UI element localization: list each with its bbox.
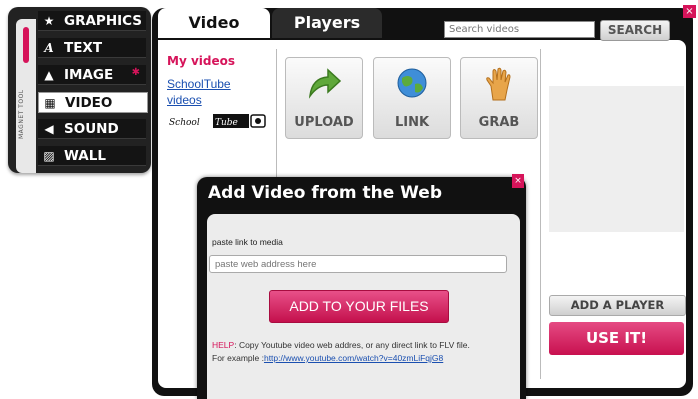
add-to-files-button[interactable]: ADD TO YOUR FILES xyxy=(269,290,449,323)
globe-icon xyxy=(397,68,427,98)
tool-label: WALL xyxy=(64,147,106,164)
new-star-icon: ✱ xyxy=(131,67,140,78)
use-it-button[interactable]: USE IT! xyxy=(549,322,684,355)
tool-label: IMAGE xyxy=(64,66,114,83)
tool-wall[interactable]: ▨ WALL xyxy=(38,146,146,166)
search-input[interactable] xyxy=(444,21,595,38)
image-icon: ▲ xyxy=(44,67,54,82)
tool-graphics[interactable]: ★ GRAPHICS xyxy=(38,11,146,31)
upload-label: UPLOAD xyxy=(294,115,354,130)
upload-button[interactable]: UPLOAD xyxy=(285,57,363,139)
example-link[interactable]: http://www.youtube.com/watch?v=40zmLiFqj… xyxy=(264,353,443,363)
url-input[interactable] xyxy=(209,255,507,273)
my-videos-link[interactable]: My videos xyxy=(167,54,235,68)
schooltube-logo[interactable]: School Tube xyxy=(167,112,267,130)
help-text: HELP: Copy Youtube video web addres, or … xyxy=(212,339,512,365)
example-prefix: For example : xyxy=(212,353,264,363)
film-icon: ▦ xyxy=(44,95,56,110)
star-icon: ★ xyxy=(43,13,55,28)
hand-icon xyxy=(486,67,511,101)
schooltube-videos-link[interactable]: SchoolTube videos xyxy=(167,76,267,108)
player-preview xyxy=(549,86,684,232)
help-key: HELP xyxy=(212,340,235,350)
magnet-tool-handle[interactable]: MAGNET TOOL xyxy=(16,19,36,173)
tool-menu: MAGNET TOOL ★ GRAPHICS A TEXT ▲ IMAGE ✱ … xyxy=(8,7,151,173)
magnet-tool-label: MAGNET TOOL xyxy=(18,89,25,139)
grab-button[interactable]: GRAB xyxy=(460,57,538,139)
dialog-title: Add Video from the Web xyxy=(208,183,443,203)
tool-label: GRAPHICS xyxy=(64,12,143,29)
tool-image[interactable]: ▲ IMAGE ✱ xyxy=(38,65,146,85)
grip-icon[interactable] xyxy=(23,27,29,63)
tool-sound[interactable]: ◀ SOUND xyxy=(38,119,146,139)
link-button[interactable]: LINK xyxy=(373,57,451,139)
close-icon[interactable]: × xyxy=(683,5,696,18)
tool-label: TEXT xyxy=(64,39,103,56)
tool-text[interactable]: A TEXT xyxy=(38,38,146,58)
search-button[interactable]: SEARCH xyxy=(600,20,670,41)
tool-label: VIDEO xyxy=(65,94,113,111)
add-player-button[interactable]: ADD A PLAYER xyxy=(549,295,686,316)
paste-link-label: paste link to media xyxy=(212,237,283,247)
svg-text:School: School xyxy=(169,118,200,128)
tool-video[interactable]: ▦ VIDEO xyxy=(38,92,148,113)
upload-arrow-icon xyxy=(308,68,342,99)
help-description: : Copy Youtube video web addres, or any … xyxy=(234,340,470,350)
tab-video[interactable]: Video xyxy=(158,8,270,38)
tool-label: SOUND xyxy=(64,120,119,137)
speaker-icon: ◀ xyxy=(44,121,54,136)
tab-players[interactable]: Players xyxy=(272,8,382,38)
grab-label: GRAB xyxy=(478,115,520,130)
text-a-icon: A xyxy=(44,40,54,55)
link-label: LINK xyxy=(394,115,430,130)
wall-pattern-icon: ▨ xyxy=(43,148,55,163)
svg-text:Tube: Tube xyxy=(215,118,238,128)
dialog-close-icon[interactable]: × xyxy=(512,174,524,188)
